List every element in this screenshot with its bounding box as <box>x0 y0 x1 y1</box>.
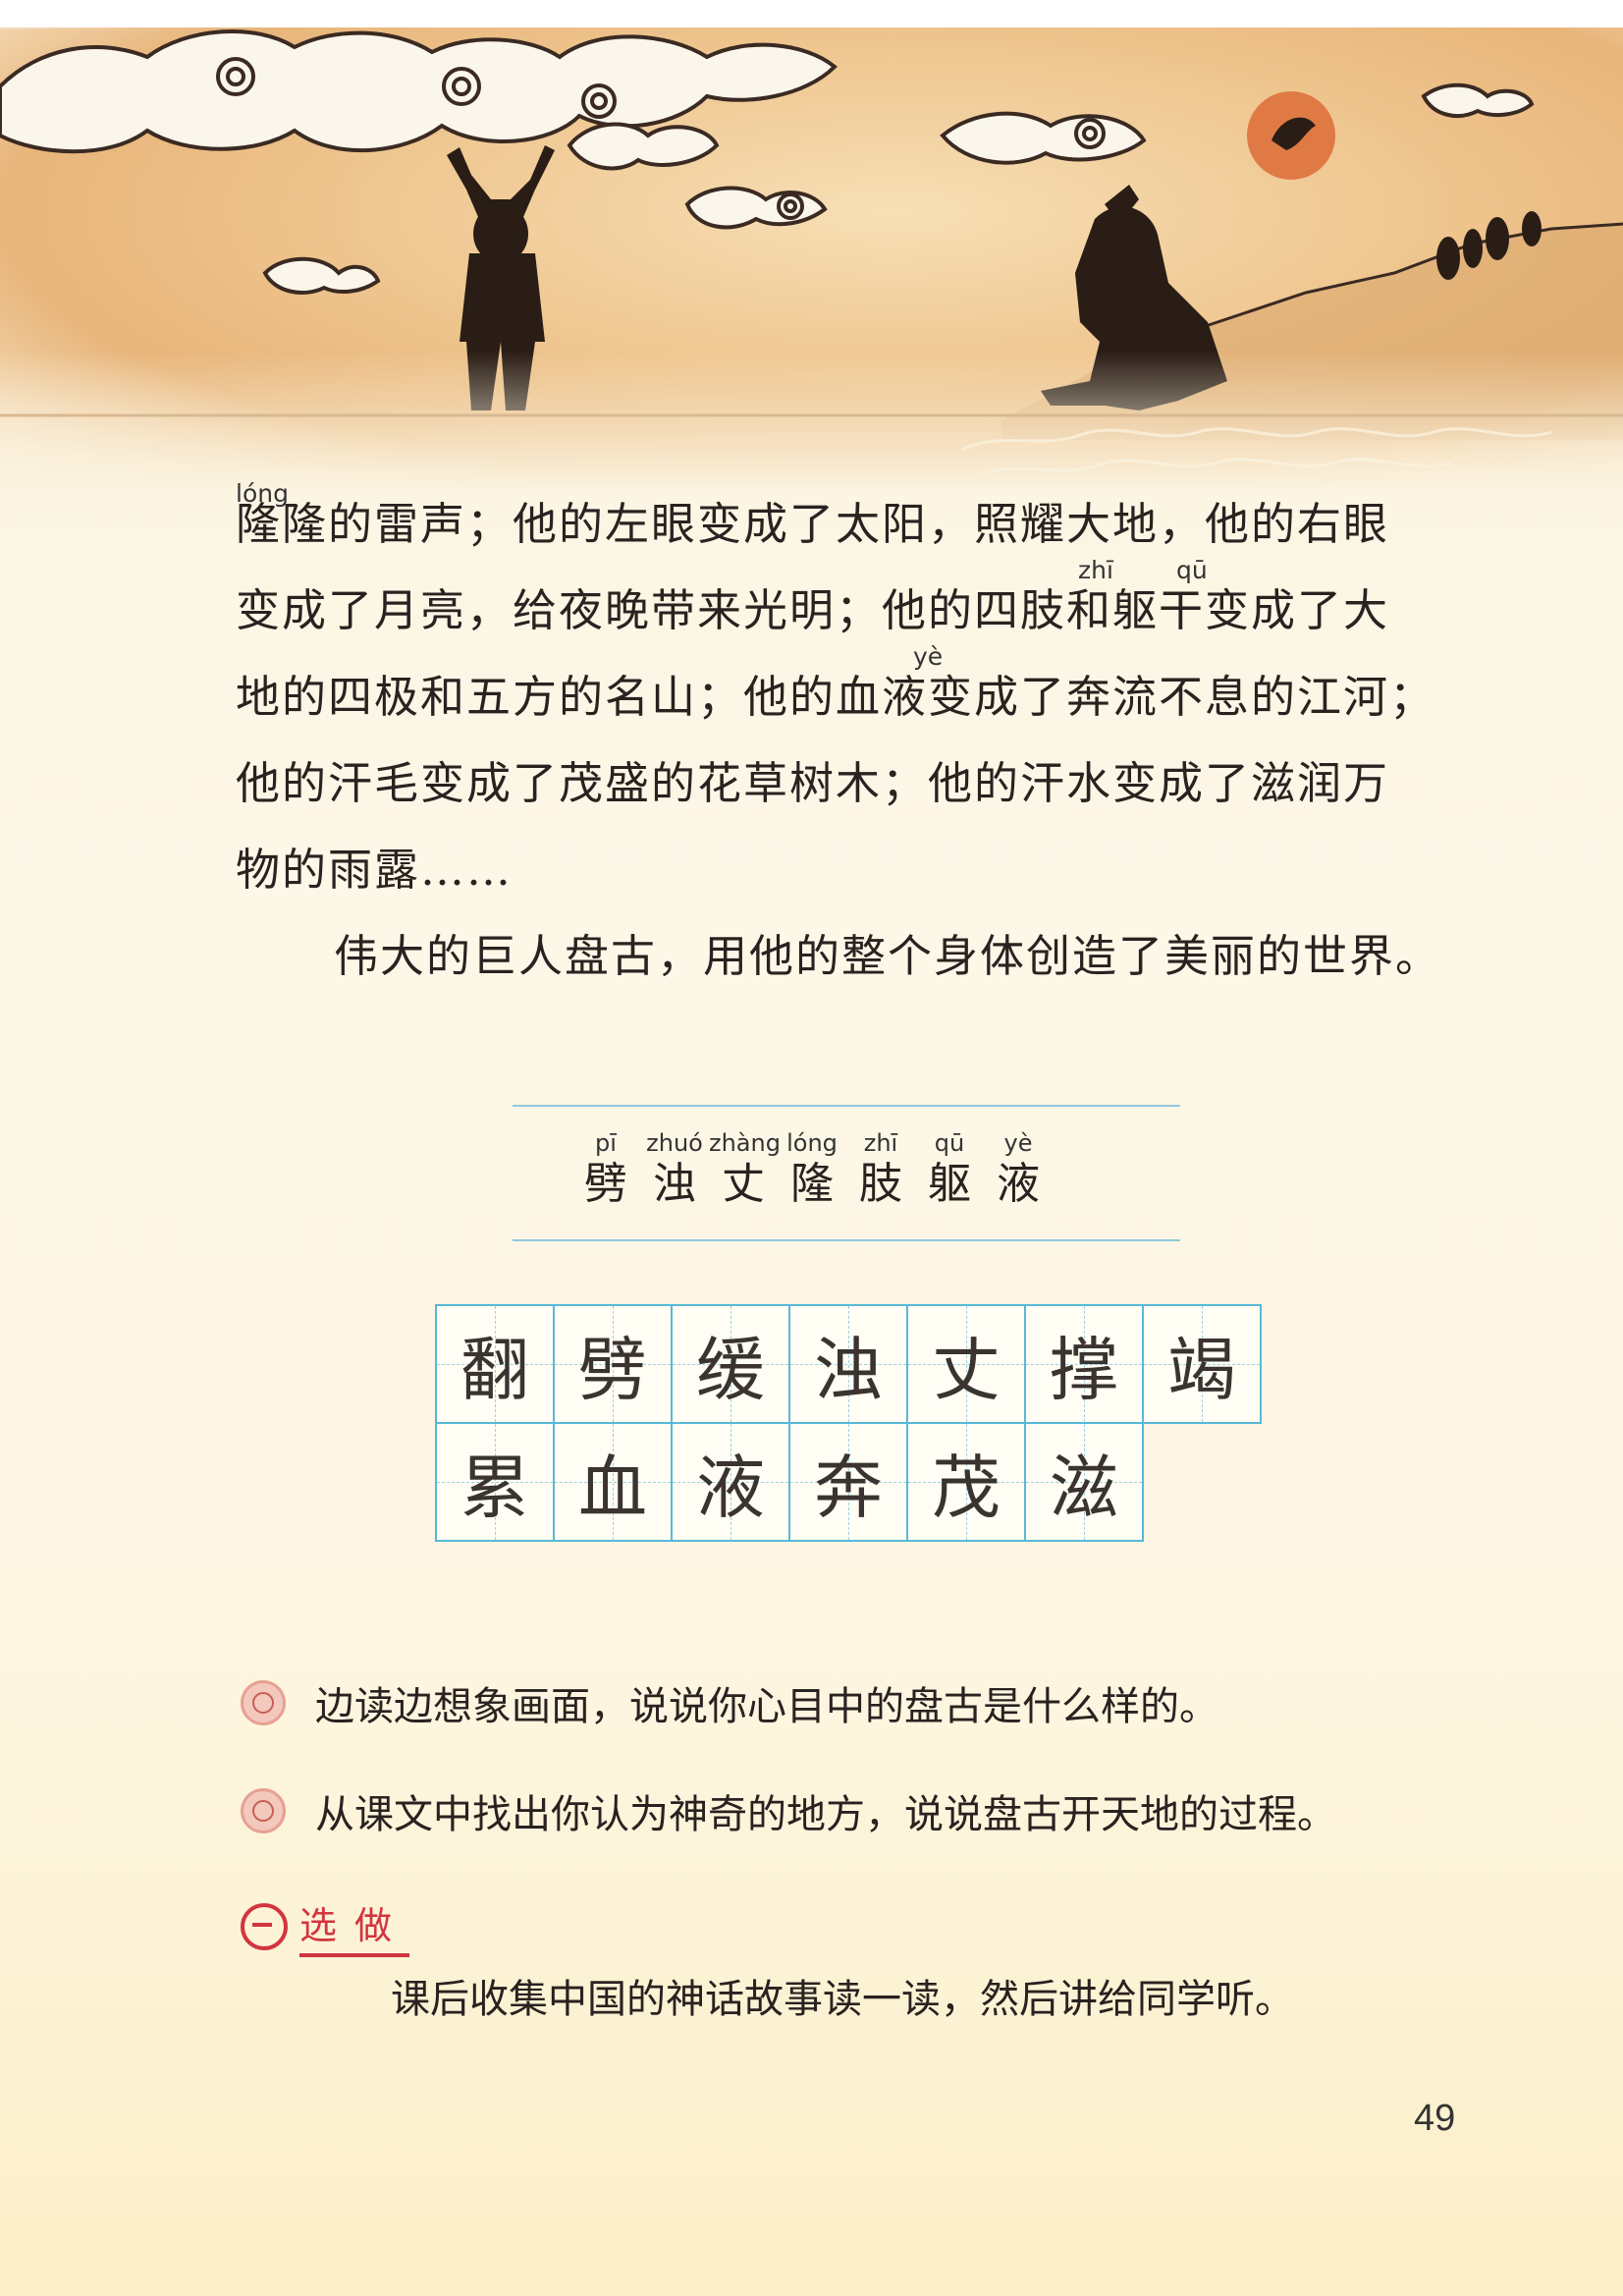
pinyin-annotation: lóng <box>236 479 289 508</box>
writing-character: 翻 <box>460 1329 529 1410</box>
vocabulary-pinyin: lóng <box>786 1129 838 1157</box>
story-line-text: 地的四极和五方的名山；他的血液变成了奔流不息的江河； <box>236 671 1436 723</box>
writing-grid-cell: 奔 <box>790 1424 908 1542</box>
vocabulary-word: zhuó 浊 <box>640 1126 709 1209</box>
writing-character: 滋 <box>1050 1447 1118 1528</box>
story-line: 物的雨露…… <box>236 827 1473 913</box>
pinyin-annotation: yè <box>913 642 944 671</box>
vocabulary-word: qū 躯 <box>915 1126 984 1209</box>
story-line-text: 物的雨露…… <box>236 844 514 896</box>
task-bullet-icon <box>241 1680 286 1725</box>
pinyin-annotation: zhī <box>1078 556 1113 584</box>
writing-grid-cell: 液 <box>673 1424 790 1542</box>
story-line-text: 变成了月亮，给夜晚带来光明；他的四肢和躯干变成了大 <box>236 584 1390 636</box>
task-item: 从课文中找出你认为神奇的地方，说说盘古开天地的过程。 <box>241 1782 1336 1839</box>
writing-grid-cell: 竭 <box>1144 1306 1262 1424</box>
story-text: lóng 隆隆的雷声；他的左眼变成了太阳，照耀大地，他的右眼 zhī qū 变成… <box>236 481 1473 1000</box>
vocabulary-character: 丈 <box>722 1159 765 1209</box>
story-line: yè 地的四极和五方的名山；他的血液变成了奔流不息的江河； <box>236 644 1473 740</box>
vocabulary-pinyin: zhuó <box>646 1129 703 1157</box>
story-line-text: 隆隆的雷声；他的左眼变成了太阳，照耀大地，他的右眼 <box>236 498 1390 550</box>
writing-grid-cell: 劈 <box>555 1306 673 1424</box>
writing-grid-cell: 茂 <box>908 1424 1026 1542</box>
optional-icon <box>241 1902 288 1950</box>
writing-character: 茂 <box>932 1447 1001 1528</box>
vocabulary-box: pī 劈 zhuó 浊 zhàng 丈 lóng 隆 zhī 肢 qū 躯 yè 液 <box>513 1105 1180 1241</box>
story-line: lóng 隆隆的雷声；他的左眼变成了太阳，照耀大地，他的右眼 <box>236 481 1473 568</box>
writing-grid-cell: 累 <box>437 1424 555 1542</box>
optional-heading: 选做 <box>241 1895 410 1957</box>
writing-grid-cell: 撑 <box>1026 1306 1144 1424</box>
writing-character: 缓 <box>696 1329 765 1410</box>
vocabulary-row: pī 劈 zhuó 浊 zhàng 丈 lóng 隆 zhī 肢 qū 躯 yè 液 <box>571 1126 1053 1209</box>
story-line-text: 他的汗毛变成了茂盛的花草树木；他的汗水变成了滋润万 <box>236 757 1390 809</box>
writing-grid-cell: 浊 <box>790 1306 908 1424</box>
vocabulary-character: 浊 <box>653 1159 696 1209</box>
writing-character: 奔 <box>814 1447 883 1528</box>
writing-character: 浊 <box>814 1329 883 1410</box>
writing-grid-cell: 翻 <box>437 1306 555 1424</box>
vocabulary-character: 肢 <box>859 1159 902 1209</box>
writing-grid-cell: 缓 <box>673 1306 790 1424</box>
vocabulary-word: pī 劈 <box>571 1126 640 1209</box>
writing-character: 血 <box>578 1447 647 1528</box>
task-text: 从课文中找出你认为神奇的地方，说说盘古开天地的过程。 <box>315 1792 1336 1837</box>
page-number: 49 <box>1414 2098 1456 2139</box>
writing-grid-cell: 滋 <box>1026 1424 1144 1542</box>
story-conclusion: 伟大的巨人盘古，用他的整个身体创造了美丽的世界。 <box>236 913 1473 1000</box>
vocabulary-character: 液 <box>997 1159 1040 1209</box>
optional-text: 课后收集中国的神话故事读一读，然后讲给同学听。 <box>391 1977 1294 2022</box>
vocabulary-word: lóng 隆 <box>778 1126 846 1209</box>
vocabulary-character: 劈 <box>584 1159 627 1209</box>
story-line: 他的汗毛变成了茂盛的花草树木；他的汗水变成了滋润万 <box>236 740 1473 827</box>
task-item: 边读边想象画面，说说你心目中的盘古是什么样的。 <box>241 1674 1218 1731</box>
writing-character: 丈 <box>932 1329 1001 1410</box>
task-bullet-icon <box>241 1788 286 1833</box>
vocabulary-pinyin: qū <box>934 1129 965 1157</box>
writing-grid-row: 翻劈缓浊丈撑竭 <box>437 1306 1262 1424</box>
writing-character: 累 <box>460 1447 529 1528</box>
vocabulary-word: zhàng 丈 <box>709 1126 781 1209</box>
story-conclusion-text: 伟大的巨人盘古，用他的整个身体创造了美丽的世界。 <box>334 930 1442 982</box>
pinyin-annotation: qū <box>1176 556 1208 584</box>
writing-character: 液 <box>696 1447 765 1528</box>
writing-grid: 翻劈缓浊丈撑竭 累血液奔茂滋 <box>435 1304 1262 1542</box>
vocabulary-character: 隆 <box>790 1159 834 1209</box>
vocabulary-pinyin: zhī <box>863 1129 898 1157</box>
optional-label: 选做 <box>299 1895 410 1957</box>
writing-character: 劈 <box>578 1329 647 1410</box>
scan-edge <box>0 0 1623 29</box>
vocabulary-word: yè 液 <box>984 1126 1053 1209</box>
task-text: 边读边想象画面，说说你心目中的盘古是什么样的。 <box>315 1684 1218 1729</box>
writing-character: 竭 <box>1167 1329 1236 1410</box>
writing-grid-row: 累血液奔茂滋 <box>437 1424 1262 1542</box>
vocabulary-pinyin: zhàng <box>709 1129 781 1157</box>
writing-grid-cell: 血 <box>555 1424 673 1542</box>
writing-character: 撑 <box>1050 1329 1118 1410</box>
vocabulary-character: 躯 <box>928 1159 971 1209</box>
writing-grid-cell: 丈 <box>908 1306 1026 1424</box>
story-line: zhī qū 变成了月亮，给夜晚带来光明；他的四肢和躯干变成了大 <box>236 558 1473 654</box>
vocabulary-word: zhī 肢 <box>846 1126 915 1209</box>
pangu-illustration <box>0 27 1623 489</box>
vocabulary-pinyin: pī <box>595 1129 617 1157</box>
vocabulary-pinyin: yè <box>1003 1129 1033 1157</box>
